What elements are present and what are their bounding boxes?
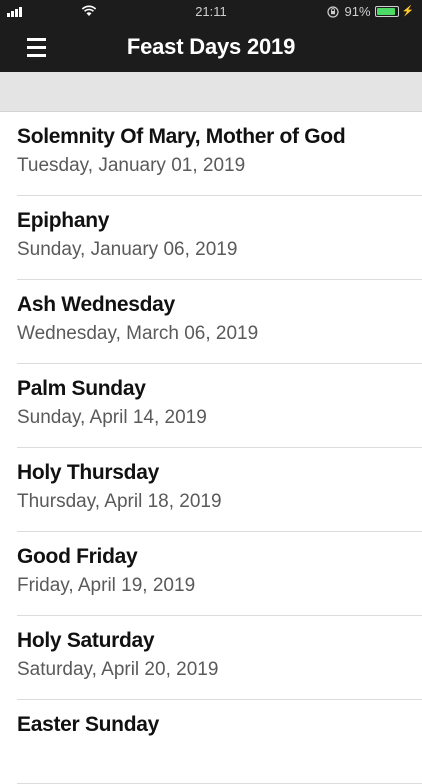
feast-list-item[interactable]: Palm Sunday Sunday, April 14, 2019 [0, 364, 422, 448]
feast-list-item[interactable]: Holy Thursday Thursday, April 18, 2019 [0, 448, 422, 532]
battery-percent: 91% [344, 4, 371, 19]
page-title: Feast Days 2019 [126, 34, 296, 59]
feast-list-item[interactable]: Epiphany Sunday, January 06, 2019 [0, 196, 422, 280]
feast-list-item[interactable]: Ash Wednesday Wednesday, March 06, 2019 [0, 280, 422, 364]
feast-name: Palm Sunday [17, 377, 146, 400]
feast-list-item[interactable]: Solemnity Of Mary, Mother of God Tuesday,… [0, 112, 422, 196]
orientation-lock-icon [326, 5, 339, 18]
feast-name: Holy Saturday [17, 629, 155, 652]
feast-date: Sunday, April 14, 2019 [17, 407, 207, 428]
feast-date: Friday, April 19, 2019 [17, 575, 196, 596]
feast-name: Easter Sunday [17, 713, 159, 736]
battery-fill [376, 8, 395, 15]
feast-name: Ash Wednesday [17, 293, 175, 316]
feast-name: Solemnity Of Mary, Mother of God [17, 125, 346, 148]
battery-icon [374, 6, 399, 17]
status-right: 91% ⚡ [326, 4, 414, 19]
feast-date: Sunday, January 06, 2019 [17, 239, 238, 260]
status-bar: 21:11 91% ⚡ [0, 0, 422, 24]
feast-date: Saturday, April 20, 2019 [17, 659, 219, 680]
feast-name: Holy Thursday [17, 461, 159, 484]
feast-list-item[interactable]: Holy Saturday Saturday, April 20, 2019 [0, 616, 422, 700]
list-header-band [0, 72, 422, 112]
feast-list: Solemnity Of Mary, Mother of God Tuesday,… [0, 112, 422, 784]
charging-bolt-icon: ⚡ [401, 6, 414, 17]
feast-name: Good Friday [17, 545, 138, 568]
app-header: Feast Days 2019 [0, 24, 422, 72]
feast-list-item[interactable]: Good Friday Friday, April 19, 2019 [0, 532, 422, 616]
feast-date: Wednesday, March 06, 2019 [17, 323, 259, 344]
feast-date: Thursday, April 18, 2019 [17, 491, 222, 512]
feast-list-item[interactable]: Easter Sunday [0, 700, 422, 784]
feast-date: Tuesday, January 01, 2019 [17, 155, 246, 176]
feast-name: Epiphany [17, 209, 110, 232]
